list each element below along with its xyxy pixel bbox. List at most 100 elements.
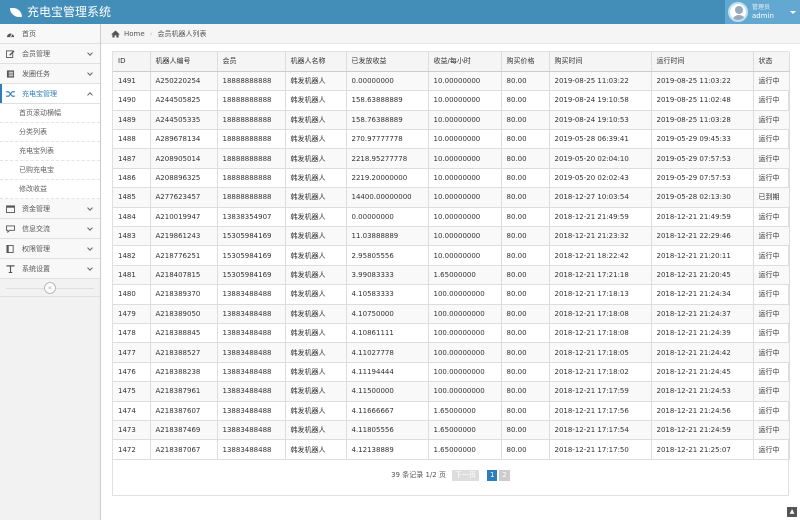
breadcrumb-separator: › bbox=[149, 29, 153, 38]
table-cell: 80.00 bbox=[501, 129, 550, 150]
table-cell: 韩发机器人 bbox=[285, 148, 347, 169]
sidebar-collapse-button[interactable]: « bbox=[0, 279, 100, 297]
sidebar-item-powerbank[interactable]: 充电宝管理 bbox=[0, 84, 100, 104]
table-cell: 1489 bbox=[113, 110, 151, 131]
table-cell: 2019-05-29 07:57:53 bbox=[651, 168, 754, 189]
table-cell: 1481 bbox=[113, 265, 151, 286]
table-cell: A218387961 bbox=[150, 381, 218, 402]
scroll-top-button[interactable]: ▲ bbox=[787, 507, 797, 517]
table-cell: 2018-12-21 21:20:11 bbox=[651, 245, 754, 266]
breadcrumb-home[interactable]: Home bbox=[124, 30, 145, 38]
sidebar-item-permissions[interactable]: 权限管理 bbox=[0, 239, 100, 259]
sidebar-item-messages[interactable]: 信息交流 bbox=[0, 219, 100, 239]
table-cell: 100.00000000 bbox=[428, 323, 502, 344]
sidebar-item-members[interactable]: 会员管理 bbox=[0, 44, 100, 64]
table-cell: 80.00 bbox=[501, 207, 550, 228]
table-row: 1479 A218389050 13883488488 韩发机器人 4.10750000… bbox=[113, 304, 790, 324]
app-title: 充电宝管理系统 bbox=[27, 5, 112, 19]
table-cell: 2018-12-21 21:24:45 bbox=[651, 362, 754, 383]
breadcrumb: Home › 会员机器人列表 bbox=[101, 24, 800, 44]
table-cell: 韩发机器人 bbox=[285, 90, 347, 111]
table-cell: 80.00 bbox=[501, 439, 550, 460]
table-cell: 2018-12-21 17:18:05 bbox=[549, 342, 652, 363]
leaf-icon bbox=[10, 7, 22, 17]
table-cell: 1482 bbox=[113, 245, 151, 266]
table-cell: 2018-12-21 21:24:39 bbox=[651, 323, 754, 344]
table-cell: 2018-12-21 17:18:13 bbox=[549, 284, 652, 305]
table-cell: A218407815 bbox=[150, 265, 218, 286]
table-cell: 18888888888 bbox=[217, 129, 286, 150]
sidebar-subitem-powerbank-list[interactable]: 充电宝列表 bbox=[0, 142, 100, 161]
table-cell: 4.10750000 bbox=[346, 304, 429, 324]
table-cell: A244505825 bbox=[150, 90, 218, 111]
user-menu[interactable]: 管理员 admin bbox=[725, 0, 800, 24]
sidebar-subitem-edit-earnings[interactable]: 修改收益 bbox=[0, 180, 100, 199]
sidebar-item-settings[interactable]: 系统设置 bbox=[0, 259, 100, 279]
table-cell: 2019-05-20 02:04:10 bbox=[549, 148, 652, 169]
col-header-member: 会员 bbox=[217, 52, 286, 72]
chevron-down-icon bbox=[87, 245, 93, 251]
sidebar-item-label: 权限管理 bbox=[22, 244, 50, 253]
col-header-price: 购买价格 bbox=[501, 52, 550, 72]
table-cell: 运行中 bbox=[753, 110, 790, 131]
user-name: admin bbox=[752, 12, 774, 20]
table-cell: 已到期 bbox=[753, 187, 790, 208]
table-cell: 80.00 bbox=[501, 304, 550, 324]
main-content: ID 机器人编号 会员 机器人名称 已发放收益 收益/每小时 购买价格 购买时间… bbox=[112, 51, 790, 496]
table-cell: 270.97777778 bbox=[346, 129, 429, 150]
table-cell: 10.00000000 bbox=[428, 90, 502, 111]
table-cell: 2018-12-21 21:24:42 bbox=[651, 342, 754, 363]
col-header-id: ID bbox=[113, 52, 151, 72]
brand[interactable]: 充电宝管理系统 bbox=[10, 4, 111, 20]
sidebar-item-funds[interactable]: 资金管理 bbox=[0, 199, 100, 219]
table-cell: 80.00 bbox=[501, 245, 550, 266]
table-cell: 100.00000000 bbox=[428, 284, 502, 305]
table-row: 1480 A218389370 13883488488 韩发机器人 4.10583333… bbox=[113, 284, 790, 305]
table-cell: 1480 bbox=[113, 284, 151, 305]
sidebar-item-home[interactable]: 首页 bbox=[0, 24, 100, 44]
double-chevron-left-icon[interactable]: « bbox=[44, 281, 56, 294]
table-cell: 80.00 bbox=[501, 187, 550, 208]
dashboard-icon bbox=[6, 32, 15, 37]
table-cell: 13883488488 bbox=[217, 362, 286, 383]
chevron-up-icon bbox=[87, 92, 93, 98]
table-cell: 80.00 bbox=[501, 71, 550, 92]
table-cell: 运行中 bbox=[753, 168, 790, 189]
table-cell: 1483 bbox=[113, 226, 151, 247]
sidebar-subitem-categories[interactable]: 分类列表 bbox=[0, 123, 100, 142]
table-cell: 4.11805556 bbox=[346, 420, 429, 441]
next-page-button[interactable]: 下一页 bbox=[451, 469, 479, 481]
sidebar-subitem-purchased[interactable]: 已购充电宝 bbox=[0, 161, 100, 180]
table-cell: 13883488488 bbox=[217, 284, 286, 305]
table-cell: 运行中 bbox=[753, 401, 790, 421]
table-row: 1491 A250220254 18888888888 韩发机器人 0.00000000… bbox=[113, 71, 790, 92]
table-cell: 2018-12-21 21:24:34 bbox=[651, 284, 754, 305]
page-2-button[interactable]: 2 bbox=[499, 469, 510, 481]
table-cell: 10.00000000 bbox=[428, 226, 502, 247]
chevron-down-icon bbox=[87, 265, 93, 271]
table-cell: 11.03888889 bbox=[346, 226, 429, 247]
table-cell: 韩发机器人 bbox=[285, 207, 347, 228]
table-row: 1481 A218407815 15305984169 韩发机器人 3.99083333… bbox=[113, 265, 790, 286]
table-cell: 80.00 bbox=[501, 168, 550, 189]
table-cell: 2018-12-21 17:18:02 bbox=[549, 362, 652, 383]
col-header-hourly-earnings: 收益/每小时 bbox=[428, 52, 502, 72]
col-header-run-time: 运行时间 bbox=[651, 52, 754, 72]
table-cell: 韩发机器人 bbox=[285, 226, 347, 247]
page-1-button[interactable]: 1 bbox=[486, 469, 498, 481]
table-cell: 4.11194444 bbox=[346, 362, 429, 383]
table-cell: 2018-12-21 21:24:37 bbox=[651, 304, 754, 324]
sidebar-subitem-banner[interactable]: 首页滚动横幅 bbox=[0, 104, 100, 123]
table-cell: 18888888888 bbox=[217, 168, 286, 189]
table-cell: 80.00 bbox=[501, 401, 550, 421]
table-cell: 韩发机器人 bbox=[285, 245, 347, 266]
table-cell: 运行中 bbox=[753, 148, 790, 169]
table-cell: A218387469 bbox=[150, 420, 218, 441]
table-row: 1473 A218387469 13883488488 韩发机器人 4.11805556… bbox=[113, 420, 790, 441]
table-cell: 2018-12-21 17:17:54 bbox=[549, 420, 652, 441]
table-cell: 运行中 bbox=[753, 226, 790, 247]
table-cell: 100.00000000 bbox=[428, 362, 502, 383]
table-cell: 2219.20000000 bbox=[346, 168, 429, 189]
table-cell: 2018-12-21 17:17:50 bbox=[549, 439, 652, 460]
sidebar-item-tasks[interactable]: 发圈任务 bbox=[0, 64, 100, 84]
